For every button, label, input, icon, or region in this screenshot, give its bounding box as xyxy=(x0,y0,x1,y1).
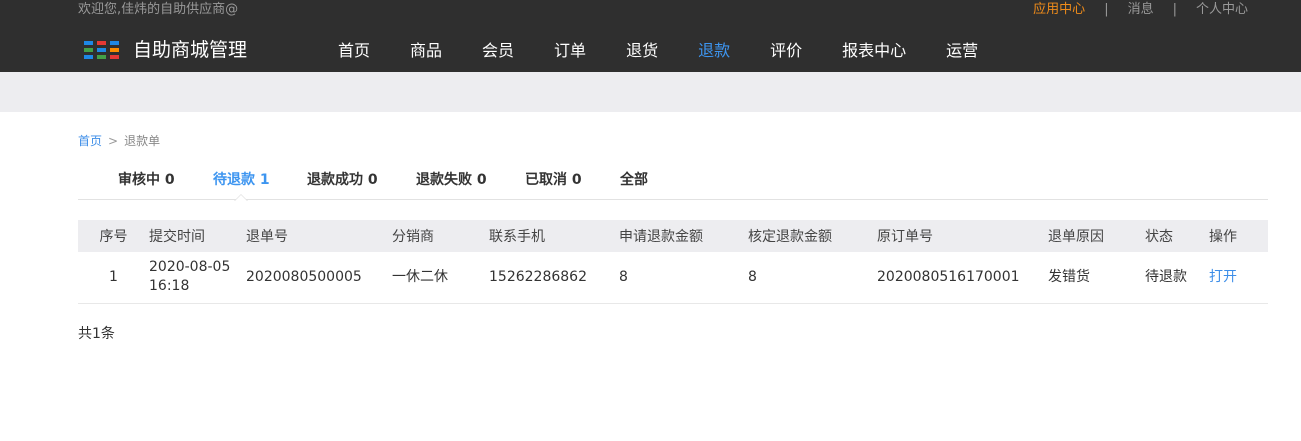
cell-refund-no: 2020080500005 xyxy=(246,252,392,304)
cell-order-no: 2020080516170001 xyxy=(877,252,1048,304)
breadcrumb-current: 退款单 xyxy=(124,134,161,148)
logo-square xyxy=(84,41,93,45)
table-header-row: 序号 提交时间 退单号 分销商 联系手机 申请退款金额 核定退款金额 原订单号 … xyxy=(78,220,1268,252)
tab-count: 0 xyxy=(571,172,582,188)
top-links: 应用中心 | 消息 | 个人中心 xyxy=(1033,2,1248,18)
submit-clock: 16:18 xyxy=(149,278,190,295)
separator: | xyxy=(1172,2,1177,17)
nav-item-home[interactable]: 首页 xyxy=(318,39,390,72)
messages-link[interactable]: 消息 xyxy=(1128,2,1154,18)
logo[interactable]: 自助商城管理 xyxy=(84,36,247,64)
tab-refund-failed[interactable]: 退款失败 0 xyxy=(416,169,487,191)
col-header: 操作 xyxy=(1209,220,1268,252)
table-row: 1 2020-08-05 16:18 2020080500005 一休二休 152… xyxy=(78,252,1268,304)
tab-reviewing[interactable]: 审核中 0 xyxy=(118,169,175,191)
logo-square xyxy=(110,48,119,52)
submit-date: 2020-08-05 xyxy=(149,259,231,276)
tab-cancelled[interactable]: 已取消 0 xyxy=(525,169,582,191)
cell-reason: 发错货 xyxy=(1048,252,1145,304)
sub-header-band xyxy=(0,72,1301,112)
breadcrumb: 首页 > 退款单 xyxy=(78,133,160,149)
nav-item-reports[interactable]: 报表中心 xyxy=(822,39,926,72)
cell-submit-time: 2020-08-05 16:18 xyxy=(149,252,246,304)
status-tabs: 审核中 0 待退款 1 退款成功 0 退款失败 0 已取消 0 全部 xyxy=(78,169,1268,201)
tab-label: 退款成功 xyxy=(307,172,363,188)
logo-square xyxy=(110,55,119,59)
nav-item-reviews[interactable]: 评价 xyxy=(750,39,822,72)
tab-all[interactable]: 全部 xyxy=(620,169,648,191)
tab-label: 待退款 xyxy=(213,172,255,188)
tab-count: 1 xyxy=(259,172,270,188)
col-header: 状态 xyxy=(1145,220,1209,252)
col-header: 联系手机 xyxy=(489,220,619,252)
welcome-text: 欢迎您,佳炜的自助供应商@ xyxy=(78,2,239,17)
nav-item-returns[interactable]: 退货 xyxy=(606,39,678,72)
tab-count: 0 xyxy=(367,172,378,188)
cell-apply-amount: 8 xyxy=(619,252,748,304)
col-header: 核定退款金额 xyxy=(748,220,877,252)
breadcrumb-arrow: > xyxy=(108,134,119,148)
personal-center-link[interactable]: 个人中心 xyxy=(1196,2,1248,18)
cell-distributor: 一休二休 xyxy=(392,252,489,304)
col-header: 提交时间 xyxy=(149,220,246,252)
refund-table: 序号 提交时间 退单号 分销商 联系手机 申请退款金额 核定退款金额 原订单号 … xyxy=(78,220,1268,304)
tab-pending-refund[interactable]: 待退款 1 xyxy=(213,169,270,201)
grid-logo-icon xyxy=(84,41,119,59)
breadcrumb-home[interactable]: 首页 xyxy=(78,134,102,148)
top-bar: 欢迎您,佳炜的自助供应商@ 应用中心 | 消息 | 个人中心 自助商城管理 首页… xyxy=(0,0,1301,83)
tab-label: 审核中 xyxy=(118,172,160,188)
total-count: 共1条 xyxy=(78,326,115,342)
cell-phone: 15262286862 xyxy=(489,252,619,304)
col-header: 申请退款金额 xyxy=(619,220,748,252)
logo-square xyxy=(84,48,93,52)
tab-caret-icon xyxy=(234,194,249,201)
nav-item-refunds-label: 退款 xyxy=(698,41,731,60)
nav-item-operations[interactable]: 运营 xyxy=(926,39,998,72)
tab-label: 已取消 xyxy=(525,172,567,188)
tab-count: 0 xyxy=(164,172,175,188)
logo-square xyxy=(97,55,106,59)
app-center-link[interactable]: 应用中心 xyxy=(1033,2,1085,18)
tab-refund-success[interactable]: 退款成功 0 xyxy=(307,169,378,191)
col-header: 序号 xyxy=(78,220,149,252)
cell-action: 打开 xyxy=(1209,252,1268,304)
logo-square xyxy=(97,48,106,52)
cell-status: 待退款 xyxy=(1145,252,1209,304)
tab-label: 全部 xyxy=(620,172,648,188)
logo-square xyxy=(97,41,106,45)
col-header: 退单原因 xyxy=(1048,220,1145,252)
col-header: 分销商 xyxy=(392,220,489,252)
nav-item-orders[interactable]: 订单 xyxy=(534,39,606,72)
col-header: 退单号 xyxy=(246,220,392,252)
logo-square xyxy=(110,41,119,45)
nav-item-members[interactable]: 会员 xyxy=(462,39,534,72)
cell-no: 1 xyxy=(78,252,149,304)
logo-square xyxy=(84,55,93,59)
cell-approved-amount: 8 xyxy=(748,252,877,304)
open-link[interactable]: 打开 xyxy=(1209,269,1237,285)
tab-label: 退款失败 xyxy=(416,172,472,188)
col-header: 原订单号 xyxy=(877,220,1048,252)
main-nav: 首页 商品 会员 订单 退货 退款 评价 报表中心 运营 xyxy=(318,39,998,83)
tab-count: 0 xyxy=(476,172,487,188)
nav-item-products[interactable]: 商品 xyxy=(390,39,462,72)
separator: | xyxy=(1104,2,1109,17)
logo-text: 自助商城管理 xyxy=(133,39,248,61)
nav-item-refunds[interactable]: 退款 xyxy=(678,39,750,83)
